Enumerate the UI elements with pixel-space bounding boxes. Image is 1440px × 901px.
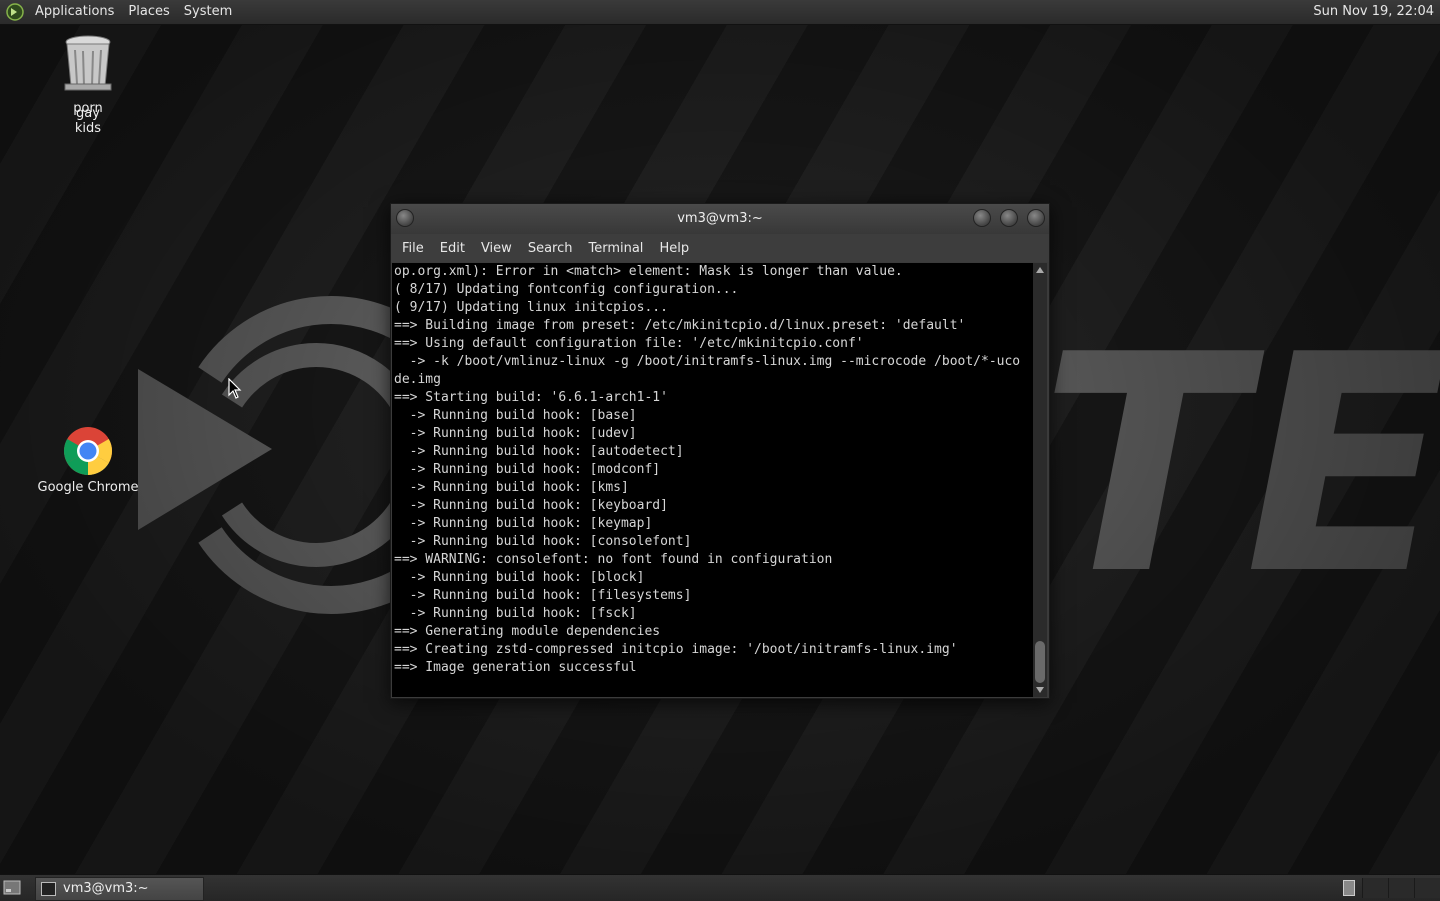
terminal-output[interactable]: op.org.xml): Error in <match> element: M… <box>392 263 1033 697</box>
wallpaper-text: TE <box>1040 291 1440 640</box>
trash-label-line2: gay <box>76 106 100 121</box>
terminal-line: -> Running build hook: [fsck] <box>394 606 637 621</box>
terminal-line: ==> Creating zstd-compressed initcpio im… <box>394 642 958 657</box>
window-menu-button[interactable] <box>396 209 414 227</box>
terminal-line: ==> Generating module dependencies <box>394 624 661 639</box>
terminal-line: ==> Starting build: '6.6.1-arch1-1' <box>394 390 668 405</box>
taskbar-terminal-label: vm3@vm3:~ <box>63 881 149 896</box>
workspace-3[interactable] <box>1414 878 1440 898</box>
terminal-titlebar[interactable]: vm3@vm3:~ <box>391 204 1049 234</box>
scroll-down-icon[interactable] <box>1036 687 1044 693</box>
menu-help[interactable]: Help <box>651 241 697 256</box>
terminal-line: de.img <box>394 372 441 387</box>
desktop-icon-trash[interactable]: porn gay kids <box>58 34 118 136</box>
terminal-line: ( 9/17) Updating linux initcpios... <box>394 300 668 315</box>
maximize-button[interactable] <box>1000 209 1018 227</box>
terminal-line: op.org.xml): Error in <match> element: M… <box>394 264 903 279</box>
chrome-label: Google Chrome <box>37 480 139 495</box>
terminal-line: ==> WARNING: consolefont: no font found … <box>394 552 833 567</box>
bottom-panel: vm3@vm3:~ <box>0 874 1440 901</box>
trash-label-line3: kids <box>74 121 102 136</box>
terminal-scrollbar[interactable] <box>1033 263 1047 697</box>
chrome-icon <box>63 427 113 476</box>
applications-menu[interactable]: Applications <box>28 0 121 24</box>
scroll-up-icon[interactable] <box>1036 267 1044 273</box>
terminal-menubar: File Edit View Search Terminal Help <box>391 234 1049 262</box>
terminal-line: -> -k /boot/vmlinuz-linux -g /boot/initr… <box>394 354 1021 369</box>
minimize-button[interactable] <box>973 209 991 227</box>
terminal-line: ==> Image generation successful <box>394 660 637 675</box>
mate-menu-icon[interactable] <box>6 3 24 21</box>
terminal-line: -> Running build hook: [keymap] <box>394 516 653 531</box>
system-menu[interactable]: System <box>177 0 239 24</box>
terminal-line: -> Running build hook: [kms] <box>394 480 629 495</box>
trash-icon <box>64 35 112 91</box>
terminal-line: -> Running build hook: [filesystems] <box>394 588 692 603</box>
terminal-line: -> Running build hook: [autodetect] <box>394 444 684 459</box>
terminal-window: vm3@vm3:~ File Edit View Search Terminal… <box>390 203 1050 699</box>
top-panel: Applications Places System Sun Nov 19, 2… <box>0 0 1440 25</box>
menu-file[interactable]: File <box>394 241 432 256</box>
scroll-thumb[interactable] <box>1035 641 1045 683</box>
menu-terminal[interactable]: Terminal <box>580 241 651 256</box>
terminal-line: -> Running build hook: [keyboard] <box>394 498 668 513</box>
desktop-icon-google-chrome[interactable]: Google Chrome <box>36 426 140 495</box>
terminal-line: ( 8/17) Updating fontconfig configuratio… <box>394 282 739 297</box>
terminal-text: op.org.xml): Error in <match> element: M… <box>392 263 1033 677</box>
taskbar-terminal-button[interactable]: vm3@vm3:~ <box>35 877 204 901</box>
menu-search[interactable]: Search <box>520 241 581 256</box>
terminal-line: -> Running build hook: [modconf] <box>394 462 661 477</box>
places-menu[interactable]: Places <box>121 0 176 24</box>
clock[interactable]: Sun Nov 19, 22:04 <box>1313 0 1434 24</box>
terminal-line: ==> Using default configuration file: '/… <box>394 336 864 351</box>
close-button[interactable] <box>1027 209 1045 227</box>
terminal-icon <box>41 882 56 896</box>
mouse-cursor-icon <box>228 378 242 399</box>
terminal-title: vm3@vm3:~ <box>677 211 763 226</box>
terminal-line: -> Running build hook: [udev] <box>394 426 637 441</box>
notification-icon[interactable] <box>1343 880 1355 896</box>
menu-view[interactable]: View <box>473 241 520 256</box>
menu-edit[interactable]: Edit <box>432 241 473 256</box>
terminal-line: ==> Building image from preset: /etc/mki… <box>394 318 966 333</box>
terminal-line: -> Running build hook: [block] <box>394 570 645 585</box>
show-desktop-icon[interactable] <box>3 880 21 895</box>
terminal-line: -> Running build hook: [base] <box>394 408 637 423</box>
terminal-line: -> Running build hook: [consolefont] <box>394 534 692 549</box>
